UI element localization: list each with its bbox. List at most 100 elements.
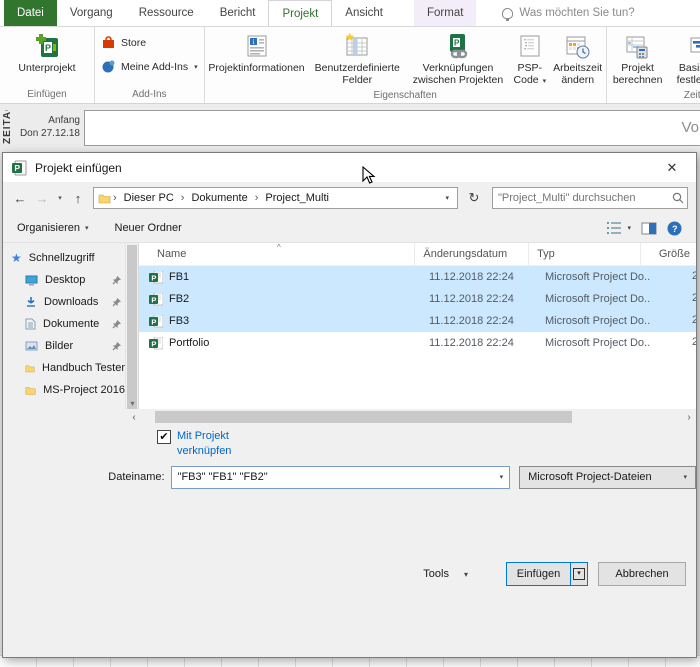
- timeline-bar[interactable]: Vor: [84, 110, 700, 146]
- svg-text:?: ?: [672, 224, 678, 234]
- dialog-nav-bar: ← → ▾ ↑ › Dieser PC › Dokumente › Projec…: [3, 182, 696, 214]
- file-row-portfolio[interactable]: PPortfolio 11.12.2018 22:24 Microsoft Pr…: [139, 332, 696, 354]
- chevron-down-icon: ▾: [194, 63, 198, 71]
- search-input[interactable]: [493, 192, 669, 204]
- breadcrumb-item-dieser-pc[interactable]: Dieser PC: [119, 192, 179, 204]
- verknuepfungen-label-2: zwischen Projekten: [413, 74, 503, 86]
- store-button[interactable]: Store: [101, 35, 198, 50]
- downloads-icon: [25, 296, 37, 308]
- search-box[interactable]: [492, 187, 688, 209]
- folder-icon: [25, 385, 36, 396]
- set-baseline-icon: [688, 31, 700, 61]
- sidebar-item-ms-project-2016[interactable]: MS-Project 2016: [3, 379, 125, 401]
- forward-icon[interactable]: →: [33, 191, 51, 206]
- projektinformationen-label: Projektinformationen: [208, 62, 304, 74]
- arbeitszeit-aendern-button[interactable]: Arbeitszeit ändern: [550, 29, 606, 86]
- group-label-addins: Add-Ins: [95, 87, 204, 103]
- horizontal-scroll-thumb[interactable]: [155, 411, 572, 423]
- file-row-fb3[interactable]: PFB3 11.12.2018 22:24 Microsoft Project …: [139, 310, 696, 332]
- help-icon[interactable]: ?: [667, 221, 682, 236]
- column-header-date[interactable]: Änderungsdatum: [415, 243, 529, 265]
- chevron-down-icon[interactable]: ▾: [494, 473, 510, 481]
- filename-combobox[interactable]: ▾: [171, 466, 511, 489]
- tell-me-box[interactable]: Was möchten Sie tun?: [502, 0, 634, 26]
- organisieren-button[interactable]: Organisieren ▾: [17, 222, 89, 234]
- einfuegen-split-button[interactable]: Einfügen ▾: [506, 562, 588, 586]
- sidebar-scrollbar[interactable]: ▾: [125, 243, 138, 409]
- project-app-icon: P: [11, 160, 27, 176]
- dialog-footer: Tools ▾ Einfügen ▾ Abbrechen: [3, 491, 696, 657]
- close-icon[interactable]: ✕: [656, 160, 688, 176]
- benutzerdefinierte-felder-button[interactable]: Benutzerdefinierte Felder: [308, 29, 406, 86]
- file-row-fb1[interactable]: PFB1 11.12.2018 22:24 Microsoft Project …: [139, 266, 696, 288]
- sidebar-item-downloads[interactable]: Downloads: [3, 291, 125, 313]
- address-dropdown-icon[interactable]: ▾: [441, 194, 453, 202]
- tools-button[interactable]: Tools ▾: [423, 568, 468, 580]
- scroll-left-icon[interactable]: ‹: [127, 412, 141, 423]
- sidebar-item-schnellzugriff[interactable]: ★ Schnellzugriff: [3, 247, 125, 269]
- group-label-zeitplan: Zeitplan: [607, 88, 700, 104]
- sidebar-item-dokumente[interactable]: Dokumente: [3, 313, 125, 335]
- tab-bericht[interactable]: Bericht: [207, 0, 269, 26]
- preview-pane-icon[interactable]: [641, 222, 657, 235]
- tab-ansicht[interactable]: Ansicht: [332, 0, 396, 26]
- file-row-fb2[interactable]: PFB2 11.12.2018 22:24 Microsoft Project …: [139, 288, 696, 310]
- sidebar-scrollbar-thumb[interactable]: [127, 245, 137, 409]
- navigation-sidebar: ★ Schnellzugriff Desktop Downloads Dokum…: [3, 243, 125, 409]
- filename-input[interactable]: [172, 471, 493, 483]
- svg-text:P: P: [151, 339, 156, 348]
- projektinformationen-button[interactable]: i Projektinformationen: [205, 29, 309, 74]
- address-bar[interactable]: › Dieser PC › Dokumente › Project_Multi …: [93, 187, 458, 209]
- store-icon: [101, 35, 116, 50]
- breadcrumb-item-project-multi[interactable]: Project_Multi: [260, 192, 334, 204]
- verknuepfungen-zwischen-projekten-button[interactable]: P Verknüpfungen zwischen Projekten: [406, 29, 510, 86]
- projekt-berechnen-button[interactable]: Projekt berechnen: [607, 29, 669, 86]
- back-icon[interactable]: ←: [11, 191, 29, 206]
- lightbulb-icon: [502, 8, 513, 19]
- project-file-icon: P: [149, 337, 163, 350]
- link-project-label[interactable]: Mit Projekt verknüpfen: [177, 429, 231, 463]
- column-header-type[interactable]: Typ: [529, 243, 641, 265]
- pin-icon: [112, 298, 121, 307]
- sidebar-item-handbuch-tester[interactable]: Handbuch Tester: [3, 357, 125, 379]
- sidebar-item-desktop[interactable]: Desktop: [3, 269, 125, 291]
- history-chevron-icon[interactable]: ▾: [55, 194, 65, 202]
- filename-row: Dateiname: ▾ Microsoft Project-Dateien ▾: [3, 463, 696, 491]
- up-icon[interactable]: ↑: [69, 191, 87, 206]
- tab-ressource[interactable]: Ressource: [126, 0, 207, 26]
- mouse-cursor: [362, 166, 376, 186]
- scroll-right-icon[interactable]: ›: [682, 412, 696, 423]
- breadcrumb-item-dokumente[interactable]: Dokumente: [186, 192, 252, 204]
- einfuegen-button[interactable]: Einfügen: [507, 563, 570, 585]
- group-label-eigenschaften: Eigenschaften: [205, 88, 606, 104]
- neuer-ordner-button[interactable]: Neuer Ordner: [115, 222, 182, 234]
- tab-format[interactable]: Format: [414, 0, 476, 26]
- list-view-icon: [606, 221, 622, 235]
- store-label: Store: [121, 37, 146, 49]
- unterprojekt-button[interactable]: P Unterprojekt: [0, 29, 94, 74]
- tab-vorgang[interactable]: Vorgang: [57, 0, 126, 26]
- einfuegen-dropdown[interactable]: ▾: [570, 563, 587, 585]
- meine-addins-button[interactable]: Meine Add-Ins ▾: [101, 59, 198, 74]
- horizontal-scroll-track[interactable]: [143, 411, 678, 423]
- search-icon: [669, 191, 687, 205]
- insert-subproject-icon: P: [33, 31, 61, 61]
- basisplan-festlegen-button[interactable]: Basisplan festlegen ▾: [669, 29, 700, 88]
- filetype-dropdown[interactable]: Microsoft Project-Dateien ▾: [519, 466, 696, 489]
- group-label-einfuegen: Einfügen: [0, 87, 94, 103]
- svg-text:P: P: [151, 317, 156, 326]
- refresh-icon[interactable]: ↻: [464, 190, 484, 206]
- tab-datei[interactable]: Datei: [4, 0, 57, 26]
- view-mode-button[interactable]: ▾: [606, 221, 631, 235]
- column-header-size[interactable]: Größe: [641, 243, 696, 265]
- link-project-row: ✔ Mit Projekt verknüpfen: [3, 425, 696, 463]
- dialog-title-bar[interactable]: P Projekt einfügen ✕: [3, 153, 696, 182]
- sidebar-item-bilder[interactable]: Bilder: [3, 335, 125, 357]
- folder-icon: [98, 193, 111, 204]
- sidebar-item-microsoft-project[interactable]: P Microsoft Project: [3, 406, 125, 409]
- link-project-checkbox[interactable]: ✔: [157, 430, 171, 444]
- abbrechen-button[interactable]: Abbrechen: [598, 562, 686, 586]
- tab-projekt[interactable]: Projekt: [268, 0, 332, 26]
- psp-code-button[interactable]: PSP- Code ▾: [510, 29, 550, 88]
- arbeitszeit-label-2: ändern: [561, 74, 594, 86]
